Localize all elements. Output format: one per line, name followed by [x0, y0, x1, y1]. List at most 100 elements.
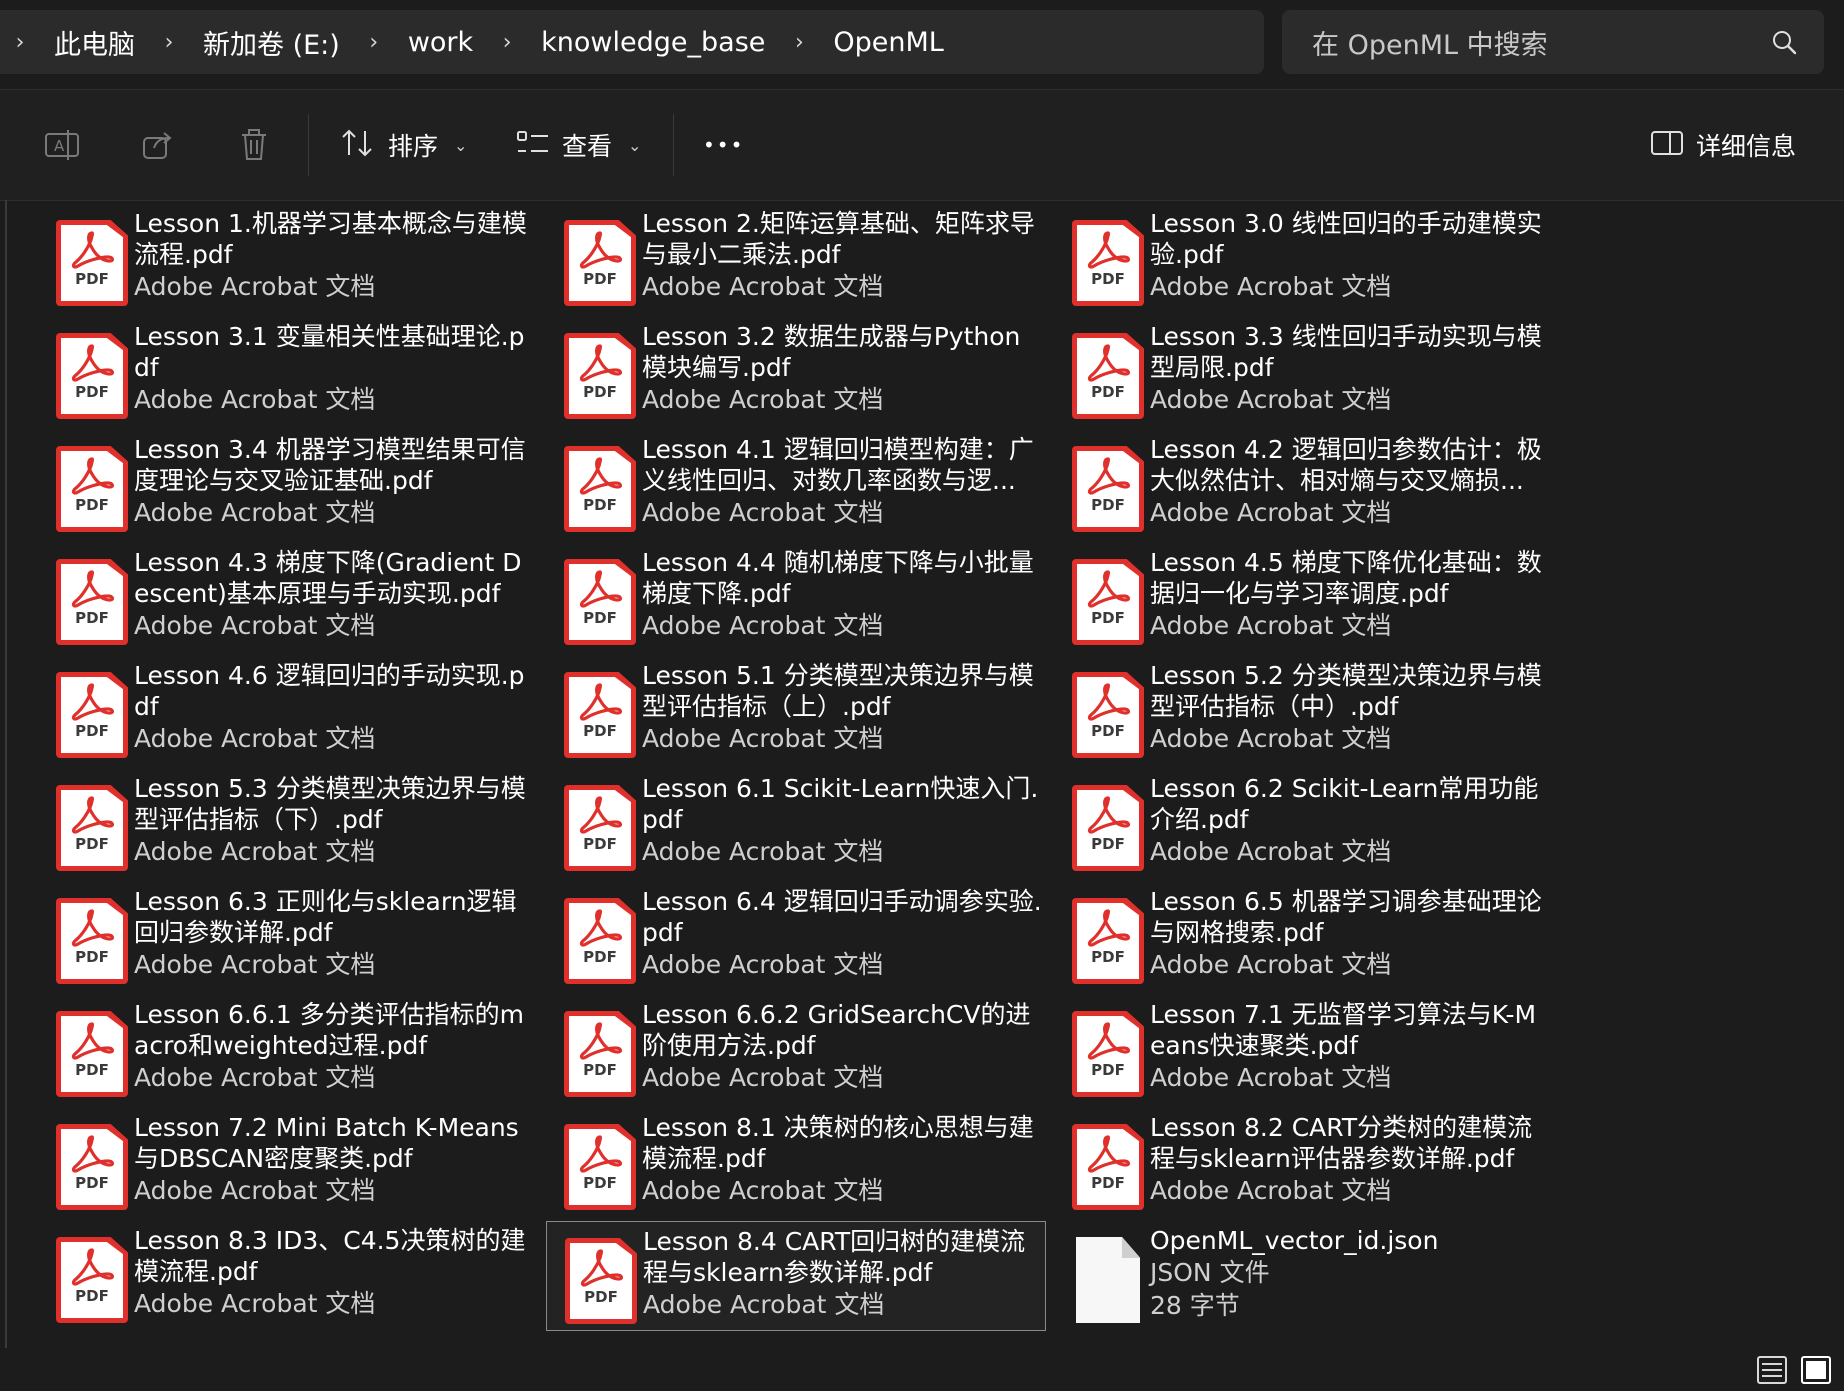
search-icon[interactable]	[1764, 29, 1804, 55]
file-item[interactable]: PDF Lesson 5.1 分类模型决策边界与模型评估指标（上）.pdf Adob…	[546, 656, 1046, 766]
file-item[interactable]: PDF Lesson 6.6.2 GridSearchCV的进阶使用方法.pdf A…	[546, 995, 1046, 1105]
breadcrumb-item-drive-e[interactable]: 新加卷 (E:)	[189, 23, 354, 62]
breadcrumb-item-this-pc[interactable]: 此电脑	[40, 23, 149, 62]
pdf-file-icon: PDF	[564, 785, 638, 873]
file-type: Adobe Acrobat 文档	[134, 1176, 376, 1205]
pdf-file-icon: PDF	[1072, 559, 1146, 647]
file-item[interactable]: PDF Lesson 6.1 Scikit-Learn快速入门.pdf Adobe …	[546, 769, 1046, 879]
file-text: Lesson 8.4 CART回归树的建模流程与sklearn参数详解.pdf A…	[643, 1226, 1043, 1321]
file-item[interactable]: PDF Lesson 3.3 线性回归手动实现与模型局限.pdf Adobe Acr…	[1054, 317, 1554, 427]
rename-icon[interactable]: A	[42, 125, 82, 165]
file-text: Lesson 3.3 线性回归手动实现与模型局限.pdf Adobe Acroba…	[1150, 321, 1550, 416]
file-item[interactable]: PDF Lesson 3.0 线性回归的手动建模实验.pdf Adobe Acrob…	[1054, 204, 1554, 314]
file-text: Lesson 6.1 Scikit-Learn快速入门.pdf Adobe Acr…	[642, 773, 1042, 868]
file-item[interactable]: PDF Lesson 6.6.1 多分类评估指标的macro和weighted过程…	[38, 995, 538, 1105]
file-item[interactable]: PDF Lesson 1.机器学习基本概念与建模流程.pdf Adobe Acrob…	[38, 204, 538, 314]
file-text: Lesson 4.3 梯度下降(Gradient Descent)基本原理与手动…	[134, 547, 534, 642]
file-item[interactable]: PDF Lesson 4.1 逻辑回归模型构建：广义线性回归、对数几率函数与逻..…	[546, 430, 1046, 540]
file-name: Lesson 4.1 逻辑回归模型构建：广义线性回归、对数几率函数与逻...	[642, 435, 1034, 495]
file-name: Lesson 4.4 随机梯度下降与小批量梯度下降.pdf	[642, 548, 1034, 608]
file-item[interactable]: PDF Lesson 5.2 分类模型决策边界与模型评估指标（中）.pdf Adob…	[1054, 656, 1554, 766]
breadcrumb[interactable]: › 此电脑 › 新加卷 (E:) › work › knowledge_base…	[0, 10, 1264, 74]
file-type: Adobe Acrobat 文档	[134, 385, 376, 414]
file-item[interactable]: PDF Lesson 4.5 梯度下降优化基础：数据归一化与学习率调度.pdf Ad…	[1054, 543, 1554, 653]
file-item[interactable]: PDF Lesson 8.4 CART回归树的建模流程与sklearn参数详解.p…	[546, 1221, 1046, 1331]
chevron-right-icon[interactable]: ›	[487, 30, 527, 55]
file-item[interactable]: PDF Lesson 4.4 随机梯度下降与小批量梯度下降.pdf Adobe Ac…	[546, 543, 1046, 653]
chevron-right-icon[interactable]: ›	[354, 30, 394, 55]
pdf-file-icon: PDF	[56, 1124, 130, 1212]
file-type: Adobe Acrobat 文档	[134, 611, 376, 640]
file-item[interactable]: PDF Lesson 3.2 数据生成器与Python模块编写.pdf Adobe …	[546, 317, 1046, 427]
file-type: Adobe Acrobat 文档	[1150, 272, 1392, 301]
share-icon[interactable]	[138, 125, 178, 165]
file-item[interactable]: PDF Lesson 7.1 无监督学习算法与K-Means快速聚类.pdf Ado…	[1054, 995, 1554, 1105]
more-icon: •••	[703, 133, 745, 157]
pdf-file-icon: PDF	[1072, 898, 1146, 986]
file-text: Lesson 4.1 逻辑回归模型构建：广义线性回归、对数几率函数与逻... Ad…	[642, 434, 1042, 529]
file-item[interactable]: PDF Lesson 6.2 Scikit-Learn常用功能介绍.pdf Adob…	[1054, 769, 1554, 879]
file-text: Lesson 7.2 Mini Batch K-Means与DBSCAN密度聚类…	[134, 1112, 534, 1207]
details-label: 详细信息	[1696, 132, 1797, 161]
file-item[interactable]: PDF Lesson 5.3 分类模型决策边界与模型评估指标（下）.pdf Adob…	[38, 769, 538, 879]
sort-button[interactable]: 排序 ⌄	[340, 120, 467, 170]
chevron-down-icon: ⌄	[628, 135, 642, 155]
file-item[interactable]: PDF Lesson 4.3 梯度下降(Gradient Descent)基本原理…	[38, 543, 538, 653]
file-item[interactable]: PDF Lesson 6.4 逻辑回归手动调参实验.pdf Adobe Acroba…	[546, 882, 1046, 992]
details-pane-icon	[1650, 129, 1684, 161]
file-text: Lesson 8.1 决策树的核心思想与建模流程.pdf Adobe Acroba…	[642, 1112, 1042, 1207]
search-box[interactable]: 在 OpenML 中搜索	[1282, 10, 1824, 74]
file-name: Lesson 3.3 线性回归手动实现与模型局限.pdf	[1150, 322, 1542, 382]
file-type: Adobe Acrobat 文档	[642, 724, 884, 753]
file-item[interactable]: PDF Lesson 8.3 ID3、C4.5决策树的建模流程.pdf Adobe …	[38, 1221, 538, 1331]
pdf-file-icon: PDF	[56, 672, 130, 760]
file-item[interactable]: PDF Lesson 7.2 Mini Batch K-Means与DBSCAN密…	[38, 1108, 538, 1218]
search-input[interactable]: 在 OpenML 中搜索	[1312, 23, 1764, 62]
file-type: Adobe Acrobat 文档	[1150, 1063, 1392, 1092]
pdf-file-icon: PDF	[564, 333, 638, 421]
file-item[interactable]: PDF Lesson 6.5 机器学习调参基础理论与网格搜索.pdf Adobe A…	[1054, 882, 1554, 992]
file-text: Lesson 3.0 线性回归的手动建模实验.pdf Adobe Acrobat …	[1150, 208, 1550, 303]
chevron-right-icon[interactable]: ›	[0, 30, 40, 55]
file-type: Adobe Acrobat 文档	[1150, 611, 1392, 640]
file-item[interactable]: OpenML_vector_id.json JSON 文件 28 字节	[1054, 1221, 1554, 1331]
file-item[interactable]: PDF Lesson 3.1 变量相关性基础理论.pdf Adobe Acrobat…	[38, 317, 538, 427]
breadcrumb-item-openml[interactable]: OpenML	[819, 27, 957, 58]
file-item[interactable]: PDF Lesson 8.1 决策树的核心思想与建模流程.pdf Adobe Acr…	[546, 1108, 1046, 1218]
file-item[interactable]: PDF Lesson 2.矩阵运算基础、矩阵求导与最小二乘法.pdf Adobe A…	[546, 204, 1046, 314]
file-item[interactable]: PDF Lesson 4.2 逻辑回归参数估计：极大似然估计、相对熵与交叉熵损..…	[1054, 430, 1554, 540]
breadcrumb-item-knowledge-base[interactable]: knowledge_base	[527, 27, 779, 58]
file-type: Adobe Acrobat 文档	[134, 950, 376, 979]
large-icons-view-icon[interactable]	[1800, 1354, 1832, 1386]
details-pane-button[interactable]: 详细信息	[1650, 120, 1796, 170]
more-options-button[interactable]: •••	[703, 120, 744, 170]
toolbar-divider	[673, 114, 674, 176]
file-item[interactable]: PDF Lesson 3.4 机器学习模型结果可信度理论与交叉验证基础.pdf Ad…	[38, 430, 538, 540]
file-item[interactable]: PDF Lesson 8.2 CART分类树的建模流程与sklearn评估器参数详…	[1054, 1108, 1554, 1218]
file-name: Lesson 7.1 无监督学习算法与K-Means快速聚类.pdf	[1150, 1000, 1537, 1060]
chevron-right-icon[interactable]: ›	[779, 30, 819, 55]
pdf-file-icon: PDF	[56, 559, 130, 647]
pdf-file-icon: PDF	[1072, 1124, 1146, 1212]
delete-icon[interactable]	[234, 125, 274, 165]
file-text: OpenML_vector_id.json JSON 文件 28 字节	[1150, 1225, 1550, 1322]
file-text: Lesson 5.1 分类模型决策边界与模型评估指标（上）.pdf Adobe A…	[642, 660, 1042, 755]
file-item[interactable]: PDF Lesson 6.3 正则化与sklearn逻辑回归参数详解.pdf Ado…	[38, 882, 538, 992]
file-item[interactable]: PDF Lesson 4.6 逻辑回归的手动实现.pdf Adobe Acrobat…	[38, 656, 538, 766]
file-name: Lesson 4.5 梯度下降优化基础：数据归一化与学习率调度.pdf	[1150, 548, 1542, 608]
file-type: Adobe Acrobat 文档	[642, 1063, 884, 1092]
breadcrumb-item-work[interactable]: work	[394, 27, 487, 58]
details-view-icon[interactable]	[1756, 1354, 1788, 1386]
chevron-right-icon[interactable]: ›	[149, 30, 189, 55]
file-name: Lesson 5.2 分类模型决策边界与模型评估指标（中）.pdf	[1150, 661, 1542, 721]
address-row: › 此电脑 › 新加卷 (E:) › work › knowledge_base…	[0, 0, 1844, 88]
file-type: Adobe Acrobat 文档	[1150, 837, 1392, 866]
file-text: Lesson 6.4 逻辑回归手动调参实验.pdf Adobe Acrobat 文…	[642, 886, 1042, 981]
file-text: Lesson 4.6 逻辑回归的手动实现.pdf Adobe Acrobat 文档	[134, 660, 534, 755]
pdf-file-icon: PDF	[564, 672, 638, 760]
file-name: Lesson 3.2 数据生成器与Python模块编写.pdf	[642, 322, 1021, 382]
file-text: Lesson 8.2 CART分类树的建模流程与sklearn评估器参数详解.p…	[1150, 1112, 1550, 1207]
pdf-file-icon: PDF	[1072, 672, 1146, 760]
view-button[interactable]: 查看 ⌄	[516, 120, 641, 170]
file-text: Lesson 3.1 变量相关性基础理论.pdf Adobe Acrobat 文档	[134, 321, 534, 416]
